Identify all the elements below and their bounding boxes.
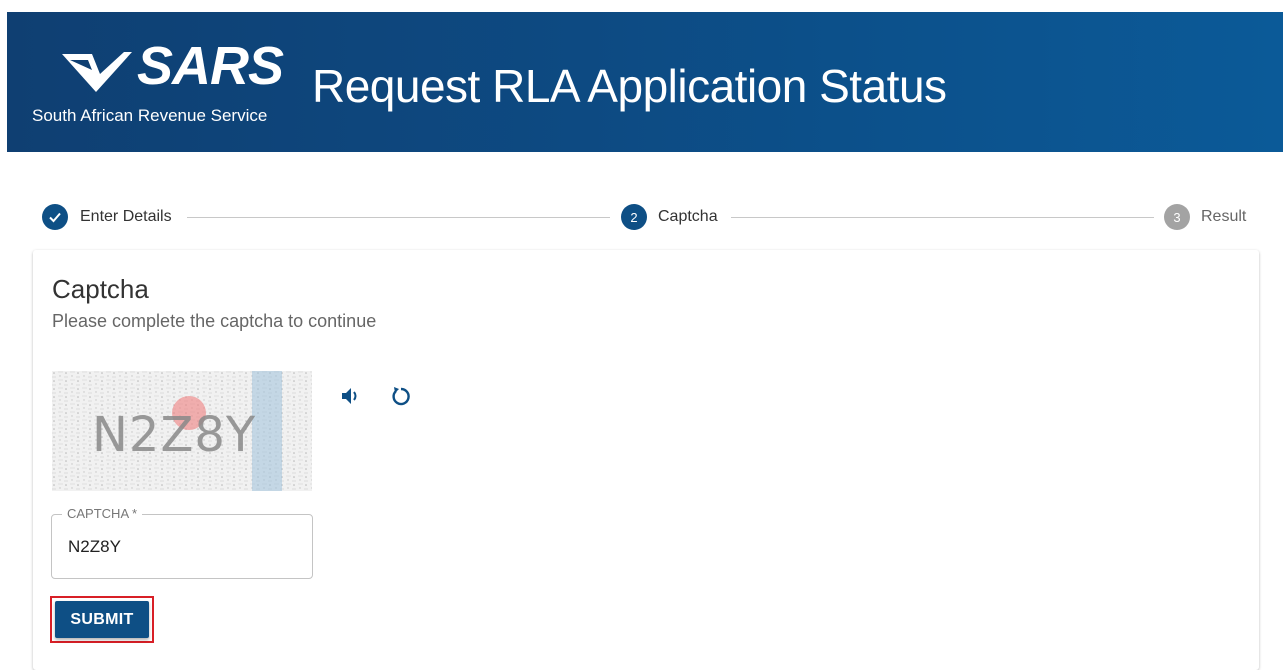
step-2-number: 2: [621, 204, 647, 230]
submit-button[interactable]: SUBMIT: [55, 601, 149, 638]
logo-wordmark: SARS: [137, 36, 284, 96]
step-3-label: Result: [1201, 208, 1247, 225]
step-connector: [187, 217, 610, 218]
step-3-number: 3: [1164, 204, 1190, 230]
submit-highlight: SUBMIT: [50, 596, 154, 643]
captcha-input[interactable]: [68, 537, 288, 557]
captcha-field: CAPTCHA *: [51, 506, 313, 579]
page-title: Request RLA Application Status: [312, 60, 947, 112]
captcha-field-label: CAPTCHA *: [62, 506, 143, 521]
card-subtitle: Please complete the captcha to continue: [52, 311, 377, 331]
logo-subtitle: South African Revenue Service: [32, 106, 268, 125]
captcha-image-text: N2Z8Y: [92, 407, 256, 463]
step-1-label: Enter Details: [80, 208, 172, 225]
step-2-label: Captcha: [658, 208, 718, 225]
refresh-icon[interactable]: [388, 383, 414, 409]
step-connector: [731, 217, 1154, 218]
app-header: SARS South African Revenue Service Reque…: [7, 12, 1283, 152]
stepper: Enter Details 2 Captcha 3 Result: [0, 200, 1283, 234]
sars-logo-icon: [62, 52, 132, 92]
captcha-image: N2Z8Y: [52, 371, 312, 491]
step-1-check-icon: [42, 204, 68, 230]
card-title: Captcha: [52, 274, 149, 304]
captcha-card: Captcha Please complete the captcha to c…: [33, 250, 1259, 670]
volume-icon[interactable]: [338, 383, 364, 409]
